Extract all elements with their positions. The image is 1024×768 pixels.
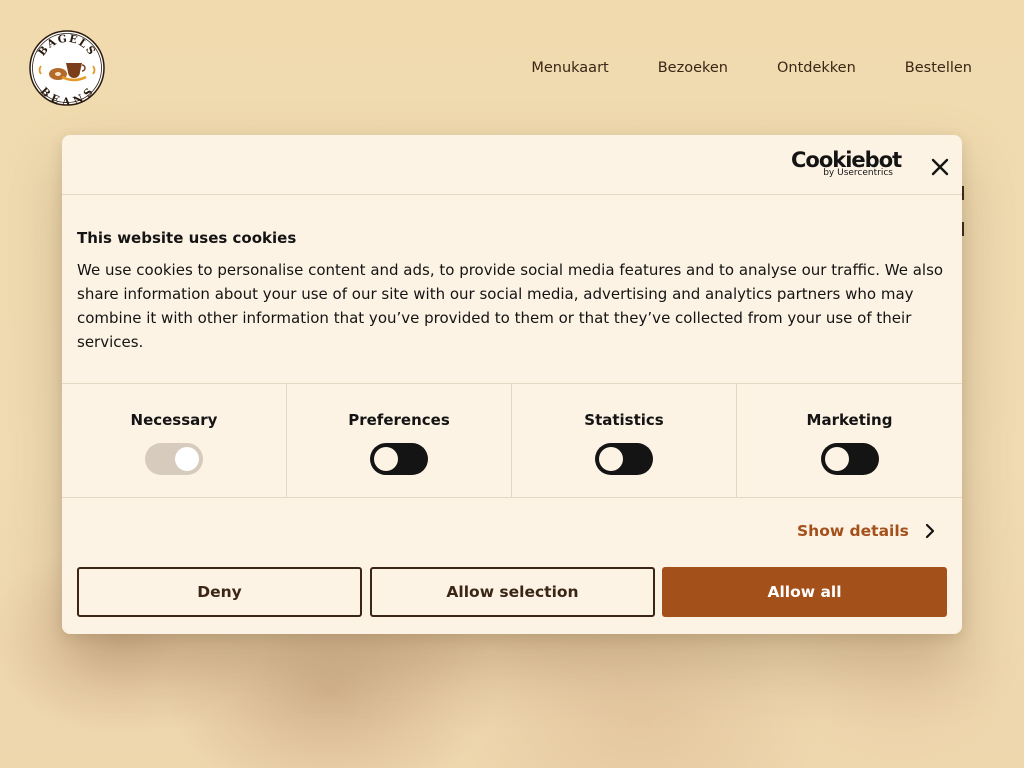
deny-button[interactable]: Deny [77,567,362,617]
category-marketing: Marketing [737,384,962,497]
nav-item-bestellen[interactable]: Bestellen [905,58,972,78]
nav-item-menukaart[interactable]: Menukaart [531,58,608,78]
category-preferences: Preferences [287,384,512,497]
cookie-consent-dialog: Cookiebot by Usercentrics This website u… [62,135,962,634]
main-nav: Menukaart Bezoeken Ontdekken Bestellen [531,58,972,78]
close-icon[interactable] [928,155,952,179]
category-label: Preferences [348,411,450,429]
chevron-right-icon [925,523,934,539]
toggle-knob [374,447,398,471]
category-statistics: Statistics [512,384,737,497]
cookiebot-logo: Cookiebot by Usercentrics [791,148,902,180]
category-label: Statistics [584,411,664,429]
marketing-toggle[interactable] [820,443,879,475]
nav-item-ontdekken[interactable]: Ontdekken [777,58,856,78]
consent-categories: Necessary Preferences Statistics Marketi… [62,383,962,498]
cookiebot-sub: by Usercentrics [823,168,893,178]
dialog-header: Cookiebot by Usercentrics [62,135,962,195]
toggle-knob [824,447,849,471]
allow-all-button[interactable]: Allow all [662,567,947,617]
show-details-link[interactable]: Show details [797,521,935,541]
show-details-label: Show details [797,522,909,540]
preferences-toggle[interactable] [370,443,428,475]
category-label: Necessary [130,411,218,429]
dialog-description: We use cookies to personalise content an… [77,261,944,351]
toggle-knob [599,447,623,471]
bagels-beans-logo[interactable]: BAGELS BEANS [29,30,105,106]
category-necessary: Necessary [62,384,287,497]
toggle-knob [175,447,199,471]
statistics-toggle[interactable] [595,443,653,475]
nav-item-bezoeken[interactable]: Bezoeken [658,58,728,78]
necessary-toggle [145,443,203,475]
category-label: Marketing [806,411,893,429]
allow-selection-button[interactable]: Allow selection [370,567,655,617]
dialog-title: This website uses cookies [77,229,297,247]
